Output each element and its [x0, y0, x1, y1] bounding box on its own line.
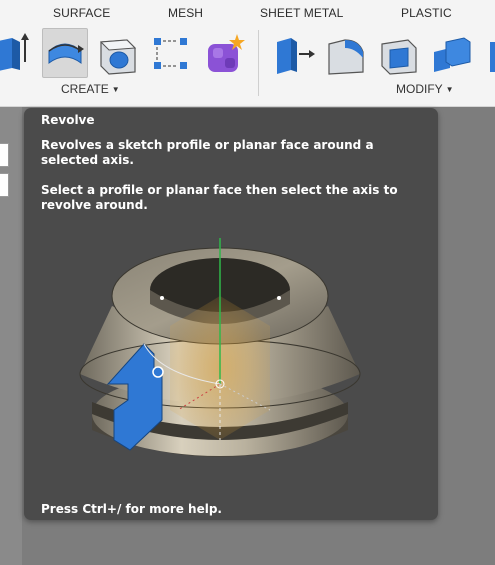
- caret-down-icon: ▼: [445, 85, 454, 94]
- tab-mesh[interactable]: MESH: [168, 6, 203, 20]
- browser-tab[interactable]: [0, 173, 9, 197]
- toolbar: SURFACE MESH SHEET METAL PLASTIC CREATE …: [0, 0, 495, 107]
- fillet-button[interactable]: [325, 28, 369, 76]
- pattern-button[interactable]: [150, 28, 194, 76]
- tab-plastic[interactable]: PLASTIC: [401, 6, 452, 20]
- revolve-button[interactable]: [42, 28, 88, 78]
- browser-panel-edge: [0, 107, 22, 565]
- create-form-button[interactable]: [203, 28, 247, 76]
- tooltip-help: Press Ctrl+/ for more help.: [41, 502, 222, 516]
- press-pull-button[interactable]: [273, 28, 317, 76]
- divider: [258, 30, 259, 96]
- more-tools-button[interactable]: [482, 28, 495, 76]
- tooltip-title: Revolve: [41, 113, 95, 127]
- modify-dropdown[interactable]: MODIFY ▼: [396, 82, 454, 96]
- press-pull-icon: [277, 38, 315, 74]
- revolve-icon: [48, 43, 84, 64]
- combine-button[interactable]: [430, 28, 474, 76]
- extrude-icon: [0, 33, 29, 71]
- shell-button[interactable]: [378, 28, 422, 76]
- create-form-icon: [208, 34, 245, 72]
- tooltip-instruction: Select a profile or planar face then sel…: [41, 183, 398, 212]
- revolve-tooltip: Revolve Revolves a sketch profile or pla…: [24, 108, 438, 520]
- align-icon: [490, 42, 495, 72]
- browser-tab[interactable]: [0, 143, 9, 167]
- hole-icon: [99, 39, 137, 75]
- hole-button[interactable]: [97, 28, 141, 76]
- extrude-button[interactable]: [0, 28, 32, 76]
- modify-label: MODIFY: [396, 82, 443, 96]
- tooltip-description: Revolves a sketch profile or planar face…: [41, 138, 374, 167]
- create-label: CREATE: [61, 82, 109, 96]
- fillet-icon: [328, 39, 364, 75]
- revolve-illustration: [79, 238, 361, 457]
- tab-surface[interactable]: SURFACE: [53, 6, 110, 20]
- tab-sheet-metal[interactable]: SHEET METAL: [260, 6, 343, 20]
- pattern-icon: [154, 38, 187, 69]
- caret-down-icon: ▼: [111, 85, 120, 94]
- create-dropdown[interactable]: CREATE ▼: [61, 82, 120, 96]
- combine-icon: [434, 37, 471, 72]
- shell-icon: [381, 39, 417, 75]
